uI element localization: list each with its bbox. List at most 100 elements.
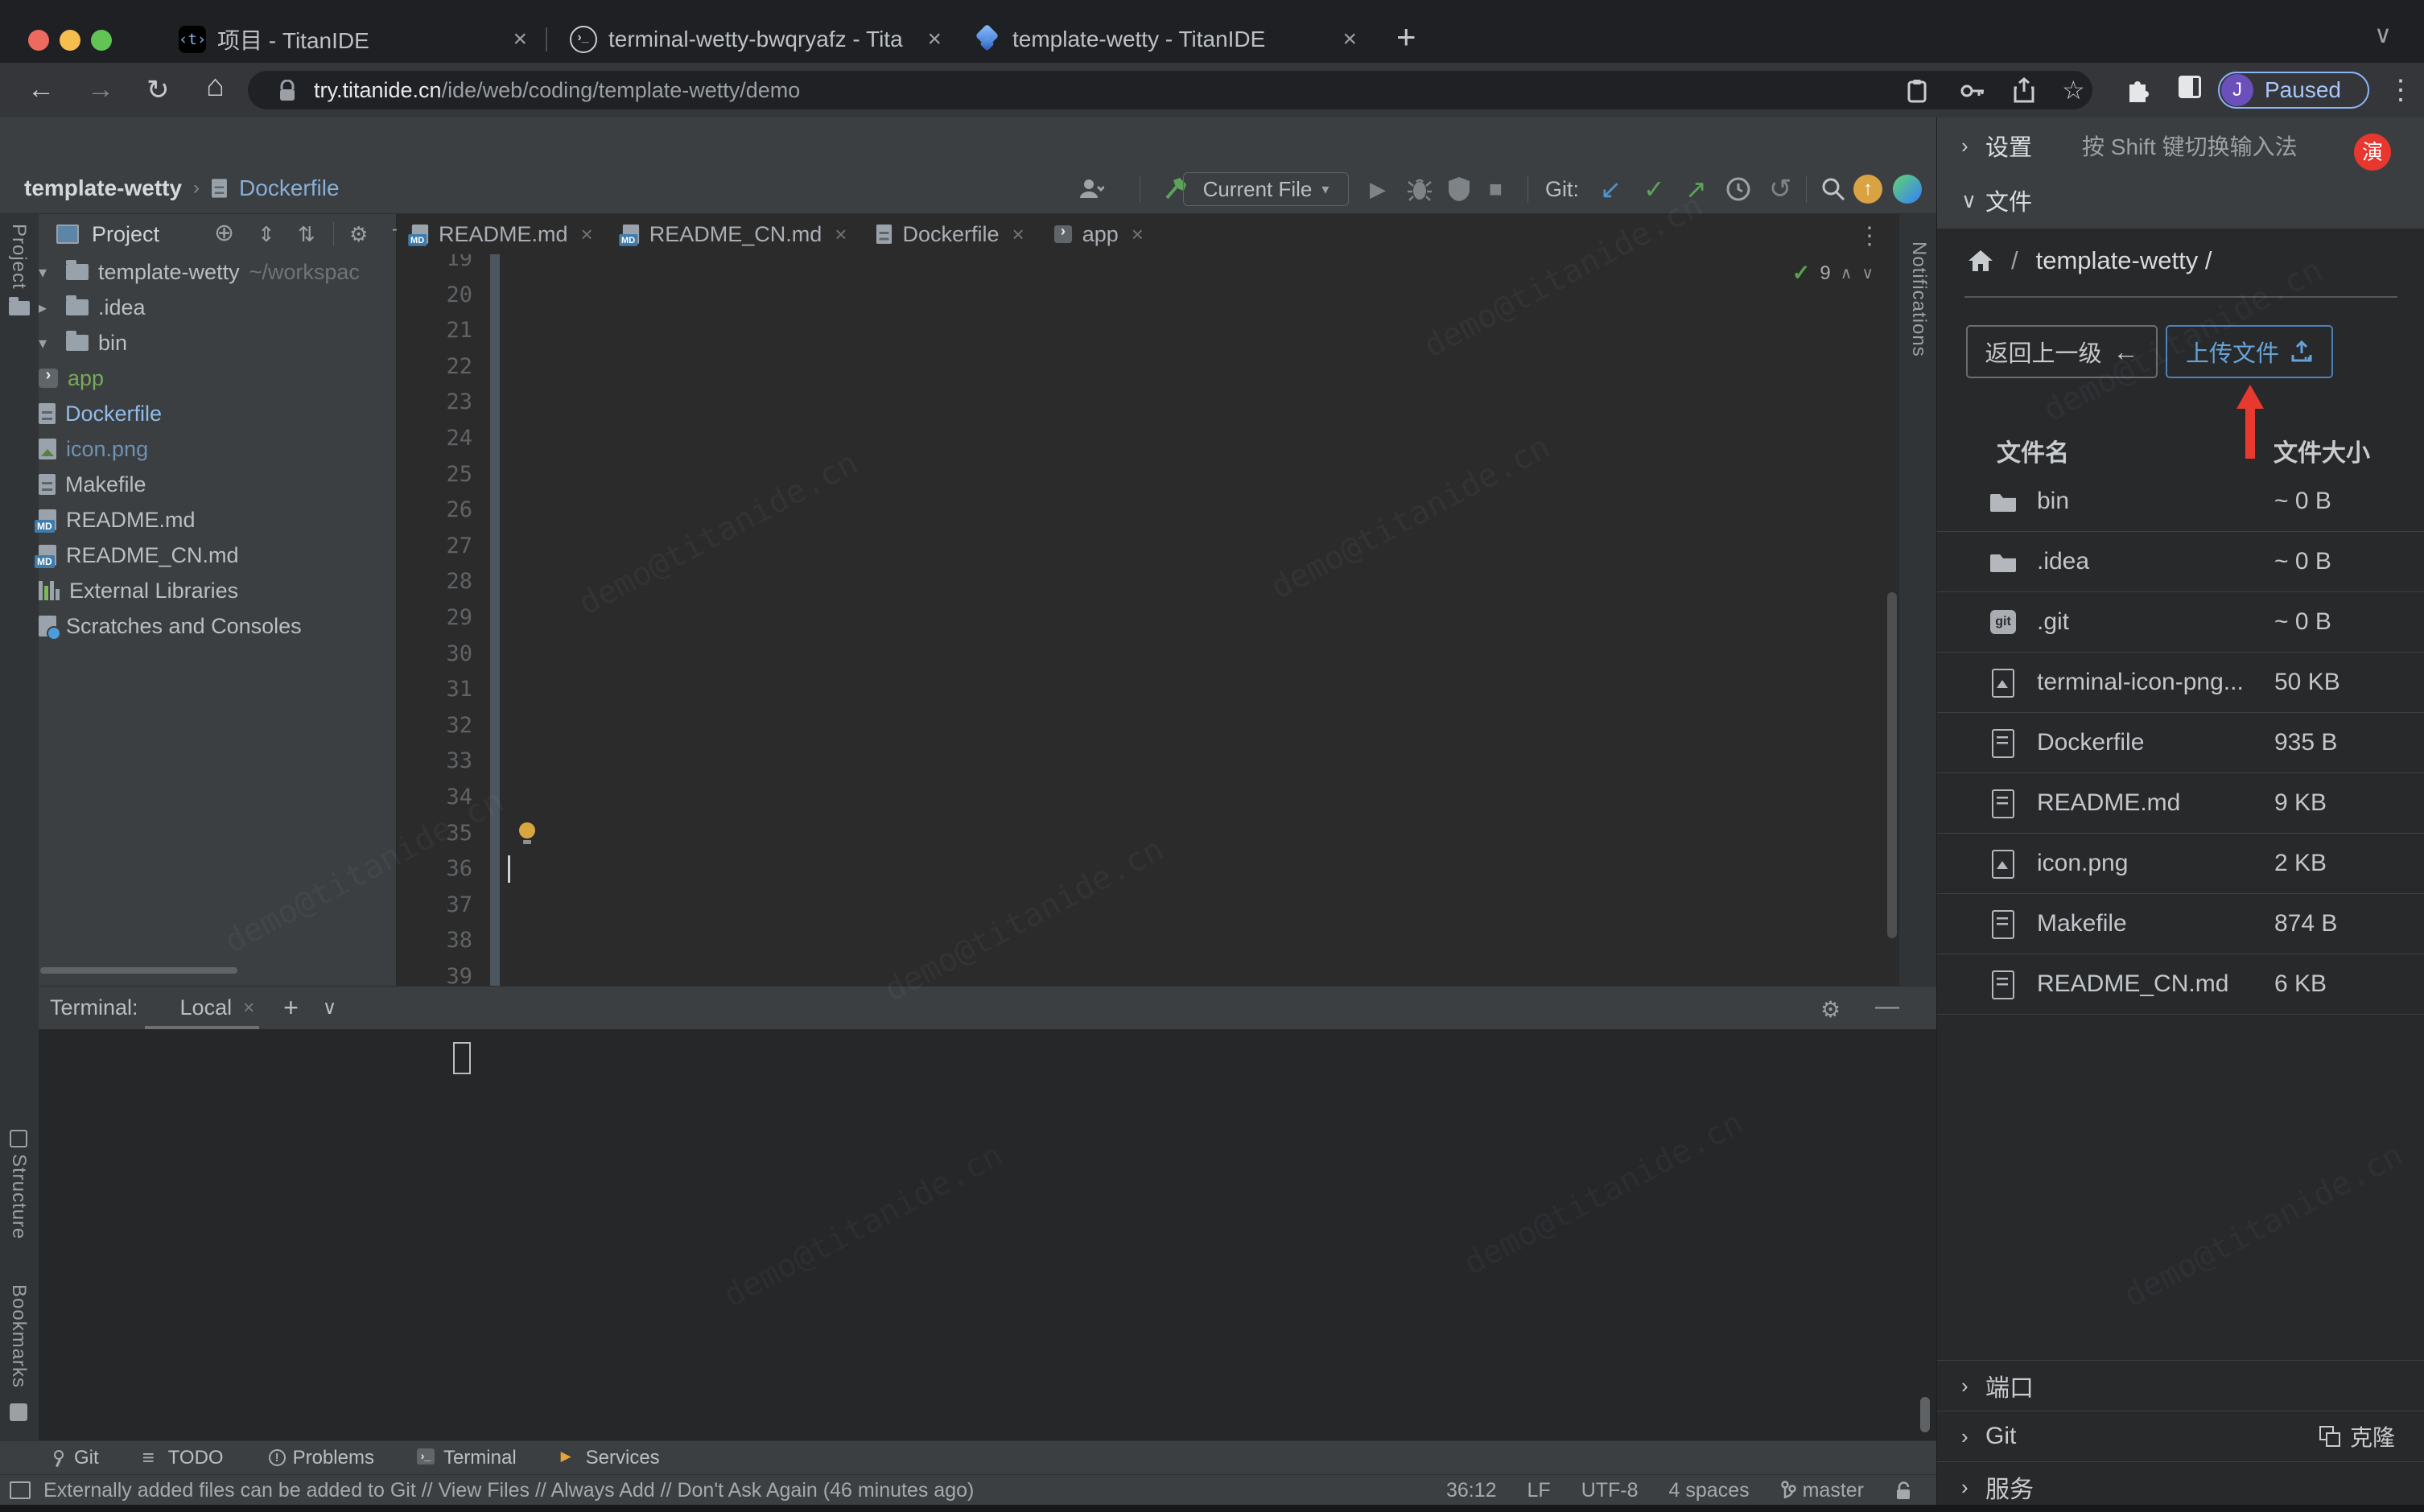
- rollback-icon[interactable]: ↺: [1769, 174, 1792, 204]
- project-panel-title[interactable]: Project: [92, 222, 159, 247]
- key-icon[interactable]: [1960, 82, 1985, 100]
- git-update-icon[interactable]: ↙: [1600, 174, 1622, 204]
- code-line[interactable]: 21: [397, 313, 1899, 349]
- code-line[interactable]: 39: [397, 959, 1899, 986]
- update-available-icon[interactable]: ↑: [1853, 175, 1882, 204]
- code-line[interactable]: 30: [397, 637, 1899, 673]
- minimize-icon[interactable]: —: [1875, 993, 1899, 1020]
- file-row[interactable]: .idea ~ 0 B: [1937, 532, 2424, 592]
- file-row[interactable]: README_CN.md 6 KB: [1937, 954, 2424, 1015]
- horizontal-scrollbar[interactable]: [40, 967, 237, 974]
- breadcrumb-file[interactable]: Dockerfile: [239, 175, 339, 201]
- indent-setting[interactable]: 4 spaces: [1669, 1479, 1750, 1502]
- section-label[interactable]: Git: [1985, 1423, 2016, 1450]
- column-header-name[interactable]: 文件名: [1997, 433, 2069, 468]
- editor-tab[interactable]: Dockerfile ×: [861, 214, 1038, 254]
- home-icon[interactable]: [1968, 249, 1993, 273]
- code-line[interactable]: 31: [397, 672, 1899, 708]
- browser-menu-icon[interactable]: ⋮: [2387, 74, 2414, 106]
- section-label[interactable]: 端口: [1985, 1368, 2034, 1403]
- tree-expander-icon[interactable]: ▾: [39, 333, 66, 353]
- project-folder-icon[interactable]: [9, 297, 30, 315]
- code-line[interactable]: 26: [397, 492, 1899, 529]
- tab-list-chevron-icon[interactable]: ∨: [2374, 21, 2392, 49]
- debug-bug-icon[interactable]: [1407, 174, 1433, 204]
- editor-scrollbar[interactable]: [1887, 592, 1897, 938]
- tree-row[interactable]: Scratches and Consoles: [39, 608, 396, 644]
- code-line[interactable]: 24: [397, 421, 1899, 457]
- inspections-widget[interactable]: ✓ 9 ∧ ∨: [1792, 261, 1874, 286]
- tool-window-button[interactable]: Services: [544, 1441, 674, 1475]
- file-row[interactable]: bin ~ 0 B: [1937, 472, 2424, 532]
- tool-stripe-bookmarks-label[interactable]: Bookmarks: [7, 1284, 30, 1388]
- code-line[interactable]: 33: [397, 744, 1899, 780]
- tool-stripe-notifications-label[interactable]: Notifications: [1907, 241, 1930, 357]
- tool-window-button[interactable]: TODO: [126, 1441, 238, 1475]
- window-close-button[interactable]: [28, 30, 49, 51]
- new-terminal-icon[interactable]: +: [283, 993, 299, 1023]
- extensions-puzzle-icon[interactable]: [2125, 75, 2152, 102]
- coverage-icon[interactable]: [1447, 174, 1471, 204]
- terminal-options-chevron-icon[interactable]: ∨: [323, 996, 337, 1020]
- files-section-row[interactable]: ∨ 文件: [1937, 172, 2424, 229]
- settings-label[interactable]: 设置: [1985, 129, 2032, 163]
- editor-tab-options-icon[interactable]: ⋮: [1857, 222, 1882, 250]
- code-line[interactable]: 20: [397, 278, 1899, 314]
- tree-row[interactable]: README.md: [35, 502, 396, 538]
- code-line[interactable]: 32: [397, 708, 1899, 744]
- close-icon[interactable]: ×: [835, 222, 847, 247]
- tree-row[interactable]: Makefile: [39, 467, 396, 502]
- bookmarks-icon[interactable]: [10, 1403, 27, 1421]
- browser-tab[interactable]: 项目 - TitanIDE ×: [166, 16, 540, 63]
- forward-icon[interactable]: →: [87, 74, 114, 105]
- collapse-all-icon[interactable]: ⇅: [298, 222, 315, 247]
- tool-stripe-project-label[interactable]: Project: [7, 224, 30, 290]
- editor-tab[interactable]: README.md ×: [397, 214, 608, 254]
- code-line[interactable]: 25: [397, 457, 1899, 493]
- tool-stripe-structure-label[interactable]: Structure: [7, 1154, 30, 1239]
- unlock-icon[interactable]: [1894, 1481, 1912, 1502]
- assistant-icon[interactable]: [1893, 175, 1922, 204]
- code-line[interactable]: 27: [397, 529, 1899, 565]
- profile-button[interactable]: J Paused: [2218, 72, 2369, 109]
- code-line[interactable]: 38: [397, 923, 1899, 959]
- tree-expander-icon[interactable]: ▾: [39, 262, 66, 282]
- run-configuration-select[interactable]: Current File ▾: [1183, 172, 1349, 206]
- tree-row[interactable]: README_CN.md: [35, 538, 396, 573]
- tree-row[interactable]: icon.png: [39, 431, 396, 467]
- code-line[interactable]: 23: [397, 385, 1899, 421]
- editor-tab[interactable]: README_CN.md ×: [608, 214, 862, 254]
- next-issue-icon[interactable]: ∨: [1861, 263, 1874, 283]
- gear-icon[interactable]: ⚙: [349, 222, 368, 247]
- search-icon[interactable]: [1820, 174, 1846, 204]
- tool-window-button[interactable]: Problems: [251, 1441, 389, 1475]
- status-message[interactable]: Externally added files can be added to G…: [43, 1479, 974, 1502]
- close-icon[interactable]: ×: [1342, 26, 1357, 53]
- browser-tab[interactable]: template-wetty - TitanIDE ×: [961, 16, 1370, 63]
- gear-icon[interactable]: ⚙: [1820, 996, 1841, 1023]
- stop-icon[interactable]: ■: [1489, 174, 1503, 204]
- history-clock-icon[interactable]: [1725, 174, 1751, 204]
- terminal-scrollbar[interactable]: [1920, 1397, 1930, 1432]
- close-icon[interactable]: ×: [1012, 222, 1024, 247]
- expand-all-icon[interactable]: ⇕: [258, 222, 275, 247]
- tool-window-button[interactable]: Terminal: [402, 1441, 531, 1475]
- prev-issue-icon[interactable]: ∧: [1841, 263, 1853, 283]
- window-zoom-button[interactable]: [91, 30, 112, 51]
- code-line[interactable]: 19: [397, 254, 1899, 278]
- side-panel-icon[interactable]: [2178, 75, 2202, 99]
- terminal-body[interactable]: [39, 1029, 1936, 1440]
- window-minimize-button[interactable]: [60, 30, 80, 51]
- back-parent-button[interactable]: 返回上一级 ←: [1966, 325, 2158, 378]
- layout-icon[interactable]: [10, 1481, 31, 1499]
- tree-row[interactable]: ▸ .idea: [39, 290, 396, 325]
- file-row[interactable]: Dockerfile 935 B: [1937, 713, 2424, 773]
- code-line[interactable]: 22: [397, 349, 1899, 385]
- user-accounts-icon[interactable]: [1077, 174, 1104, 204]
- file-row[interactable]: .git ~ 0 B: [1937, 592, 2424, 653]
- tree-row[interactable]: ▾ bin: [39, 325, 396, 360]
- file-row[interactable]: README.md 9 KB: [1937, 773, 2424, 834]
- new-tab-button[interactable]: +: [1396, 18, 1416, 56]
- code-line[interactable]: 28: [397, 564, 1899, 600]
- demo-badge[interactable]: 演: [2354, 134, 2391, 171]
